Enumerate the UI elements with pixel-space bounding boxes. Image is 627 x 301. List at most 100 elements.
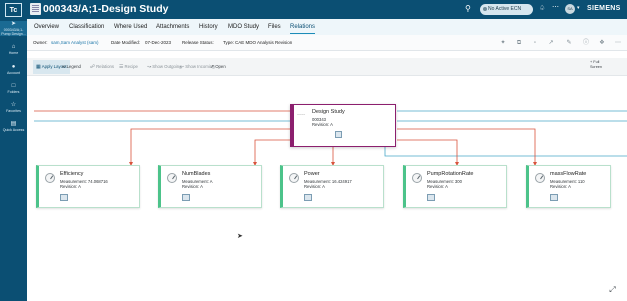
bell-icon[interactable]: ♤ (539, 4, 545, 12)
node-title: Design Study (312, 109, 345, 115)
tab-bar: Overview Classification Where Used Attac… (27, 19, 627, 35)
expand-icon[interactable] (335, 131, 342, 138)
mouse-cursor-icon: ➤ (237, 233, 243, 240)
link-line (397, 139, 458, 164)
open-label: Open (215, 64, 226, 69)
folders-icon: □ (11, 83, 16, 89)
home-icon: ⌂ (11, 44, 16, 50)
node-title: Power (304, 171, 320, 177)
copy-icon[interactable]: ⧉ (515, 39, 523, 47)
relations-label: Relations (96, 64, 114, 69)
link-line (130, 128, 290, 164)
tab-attachments[interactable]: Attachments (156, 19, 189, 35)
show-outgoing-button[interactable]: ↝Show Outgoing (147, 60, 182, 74)
page-title: 000343/A;1-Design Study (43, 3, 169, 15)
tab-classification[interactable]: Classification (69, 19, 104, 35)
expand-icon[interactable] (304, 194, 312, 201)
more-icon[interactable]: ⋯ (552, 3, 559, 11)
node-revision: Revision: A (60, 184, 81, 189)
share-icon[interactable]: ↗ (547, 39, 555, 47)
compare-icon[interactable]: ❖ (598, 39, 606, 47)
rail-item-quick-access[interactable]: ▤ Quick Access (0, 121, 27, 132)
rail-item-label: Quick Access (2, 128, 25, 132)
measurement-node[interactable]: massFlowRate Measurement: 110 Revision: … (526, 165, 611, 208)
rail-item-folders[interactable]: □ Folders (0, 83, 27, 94)
gauge-icon (535, 173, 545, 183)
expand-icon[interactable] (550, 194, 558, 201)
rail-item-favorites[interactable]: ☆ Favorites (0, 102, 27, 113)
measurement-node[interactable]: NumBlades Measurement: A Revision: A (158, 165, 262, 208)
legend-label: Legend (66, 64, 81, 69)
rail-item-home[interactable]: ⌂ Home (0, 44, 27, 55)
chevron-down-icon[interactable]: ▾ (577, 5, 580, 11)
teamcenter-logo[interactable]: Tc (5, 3, 22, 17)
object-info-bar: Owner: sam,Sam Analyst (sam) Date Modifi… (27, 35, 627, 51)
gauge-icon (412, 173, 422, 183)
document-icon (30, 3, 41, 15)
node-revision: Revision: A (312, 122, 333, 127)
show-outgoing-label: Show Outgoing (152, 64, 182, 69)
edit-icon[interactable]: ✎ (565, 39, 573, 47)
more-actions-icon[interactable]: ⋯ (614, 39, 622, 47)
tab-overview[interactable]: Overview (34, 19, 59, 35)
measurement-node[interactable]: Power Measurement: 16.424917 Revision: A (280, 165, 384, 208)
measurement-node[interactable]: Efficiency Measurement: 74.068716 Revisi… (36, 165, 140, 208)
graph-toolbar: ▦Apply Layout ∞Legend ☍Relations ☰Recipe… (27, 58, 627, 76)
gauge-icon (289, 173, 299, 183)
tab-mdo-study[interactable]: MDO Study (228, 19, 259, 35)
expand-icon[interactable] (182, 194, 190, 201)
quick-access-icon: ▤ (10, 121, 17, 127)
screen-label: Screen (590, 65, 603, 69)
owner-link[interactable]: sam,Sam Analyst (sam) (51, 35, 99, 51)
recipe-icon: ☰ (119, 64, 124, 70)
link-line (384, 147, 627, 157)
relations-icon: ☍ (90, 64, 96, 70)
legend-button[interactable]: ∞Legend (62, 60, 81, 74)
recipe-label: Recipe (124, 64, 138, 69)
measurement-node[interactable]: PumpRotationRate Measurement: 300 Revisi… (403, 165, 507, 208)
tab-where-used[interactable]: Where Used (114, 19, 147, 35)
relations-graph-canvas[interactable]: ~~~~ Design Study 000343 Revision: A Eff… (27, 77, 627, 301)
rail-item-label: Account (7, 71, 20, 75)
design-study-node[interactable]: ~~~~ Design Study 000343 Revision: A (290, 104, 396, 147)
node-title: PumpRotationRate (427, 171, 474, 177)
expand-icon[interactable] (427, 194, 435, 201)
gauge-icon (167, 173, 177, 183)
fit-to-screen-icon[interactable]: ⤢ (607, 284, 618, 295)
tab-relations[interactable]: Relations (290, 19, 316, 35)
ecn-badge[interactable]: No Active ECN (480, 4, 533, 15)
incoming-icon: ↜ (180, 64, 185, 70)
recipe-button[interactable]: ☰Recipe (119, 60, 138, 74)
node-title: massFlowRate (550, 171, 587, 177)
search-icon[interactable]: ⚲ (465, 4, 471, 14)
outgoing-icon: ↝ (147, 64, 152, 70)
tab-files[interactable]: Files (268, 19, 281, 35)
expand-icon[interactable] (60, 194, 68, 201)
modified-value: 07-Dec-2023 (145, 40, 172, 45)
rail-item-current-object[interactable]: ➤ 000343/A;1-Pump Design... (0, 21, 27, 36)
paste-icon[interactable]: ▫ (531, 39, 539, 47)
pin-icon[interactable]: ✦ (499, 39, 507, 47)
relations-button[interactable]: ☍Relations (90, 60, 114, 74)
node-revision: Revision: A (550, 184, 571, 189)
release-status-label: Release Status: (182, 40, 214, 45)
avatar[interactable]: SA (565, 4, 575, 14)
header-bar: 000343/A;1-Design Study ⚲ No Active ECN … (27, 0, 627, 19)
node-title: NumBlades (182, 171, 211, 177)
modified-label: Date Modified: (111, 40, 141, 45)
link-line (397, 128, 536, 164)
type-label: Type: (223, 40, 235, 45)
favorites-icon: ☆ (10, 102, 17, 108)
rail-item-label: Folders (7, 90, 20, 94)
info-icon[interactable]: ⓘ (582, 39, 590, 47)
open-button[interactable]: ↗Open (210, 60, 226, 74)
type-value: CAE MDO Analysis Revision (235, 40, 293, 45)
tab-history[interactable]: History (199, 19, 218, 35)
node-revision: Revision: A (304, 184, 325, 189)
rail-item-account[interactable]: ● Account (0, 64, 27, 75)
full-screen-button[interactable]: + Full Screen (590, 60, 602, 70)
layout-icon: ▦ (36, 64, 41, 70)
rail-item-label: Favorites (6, 109, 21, 113)
node-title: Efficiency (60, 171, 84, 177)
link-line (254, 139, 290, 164)
